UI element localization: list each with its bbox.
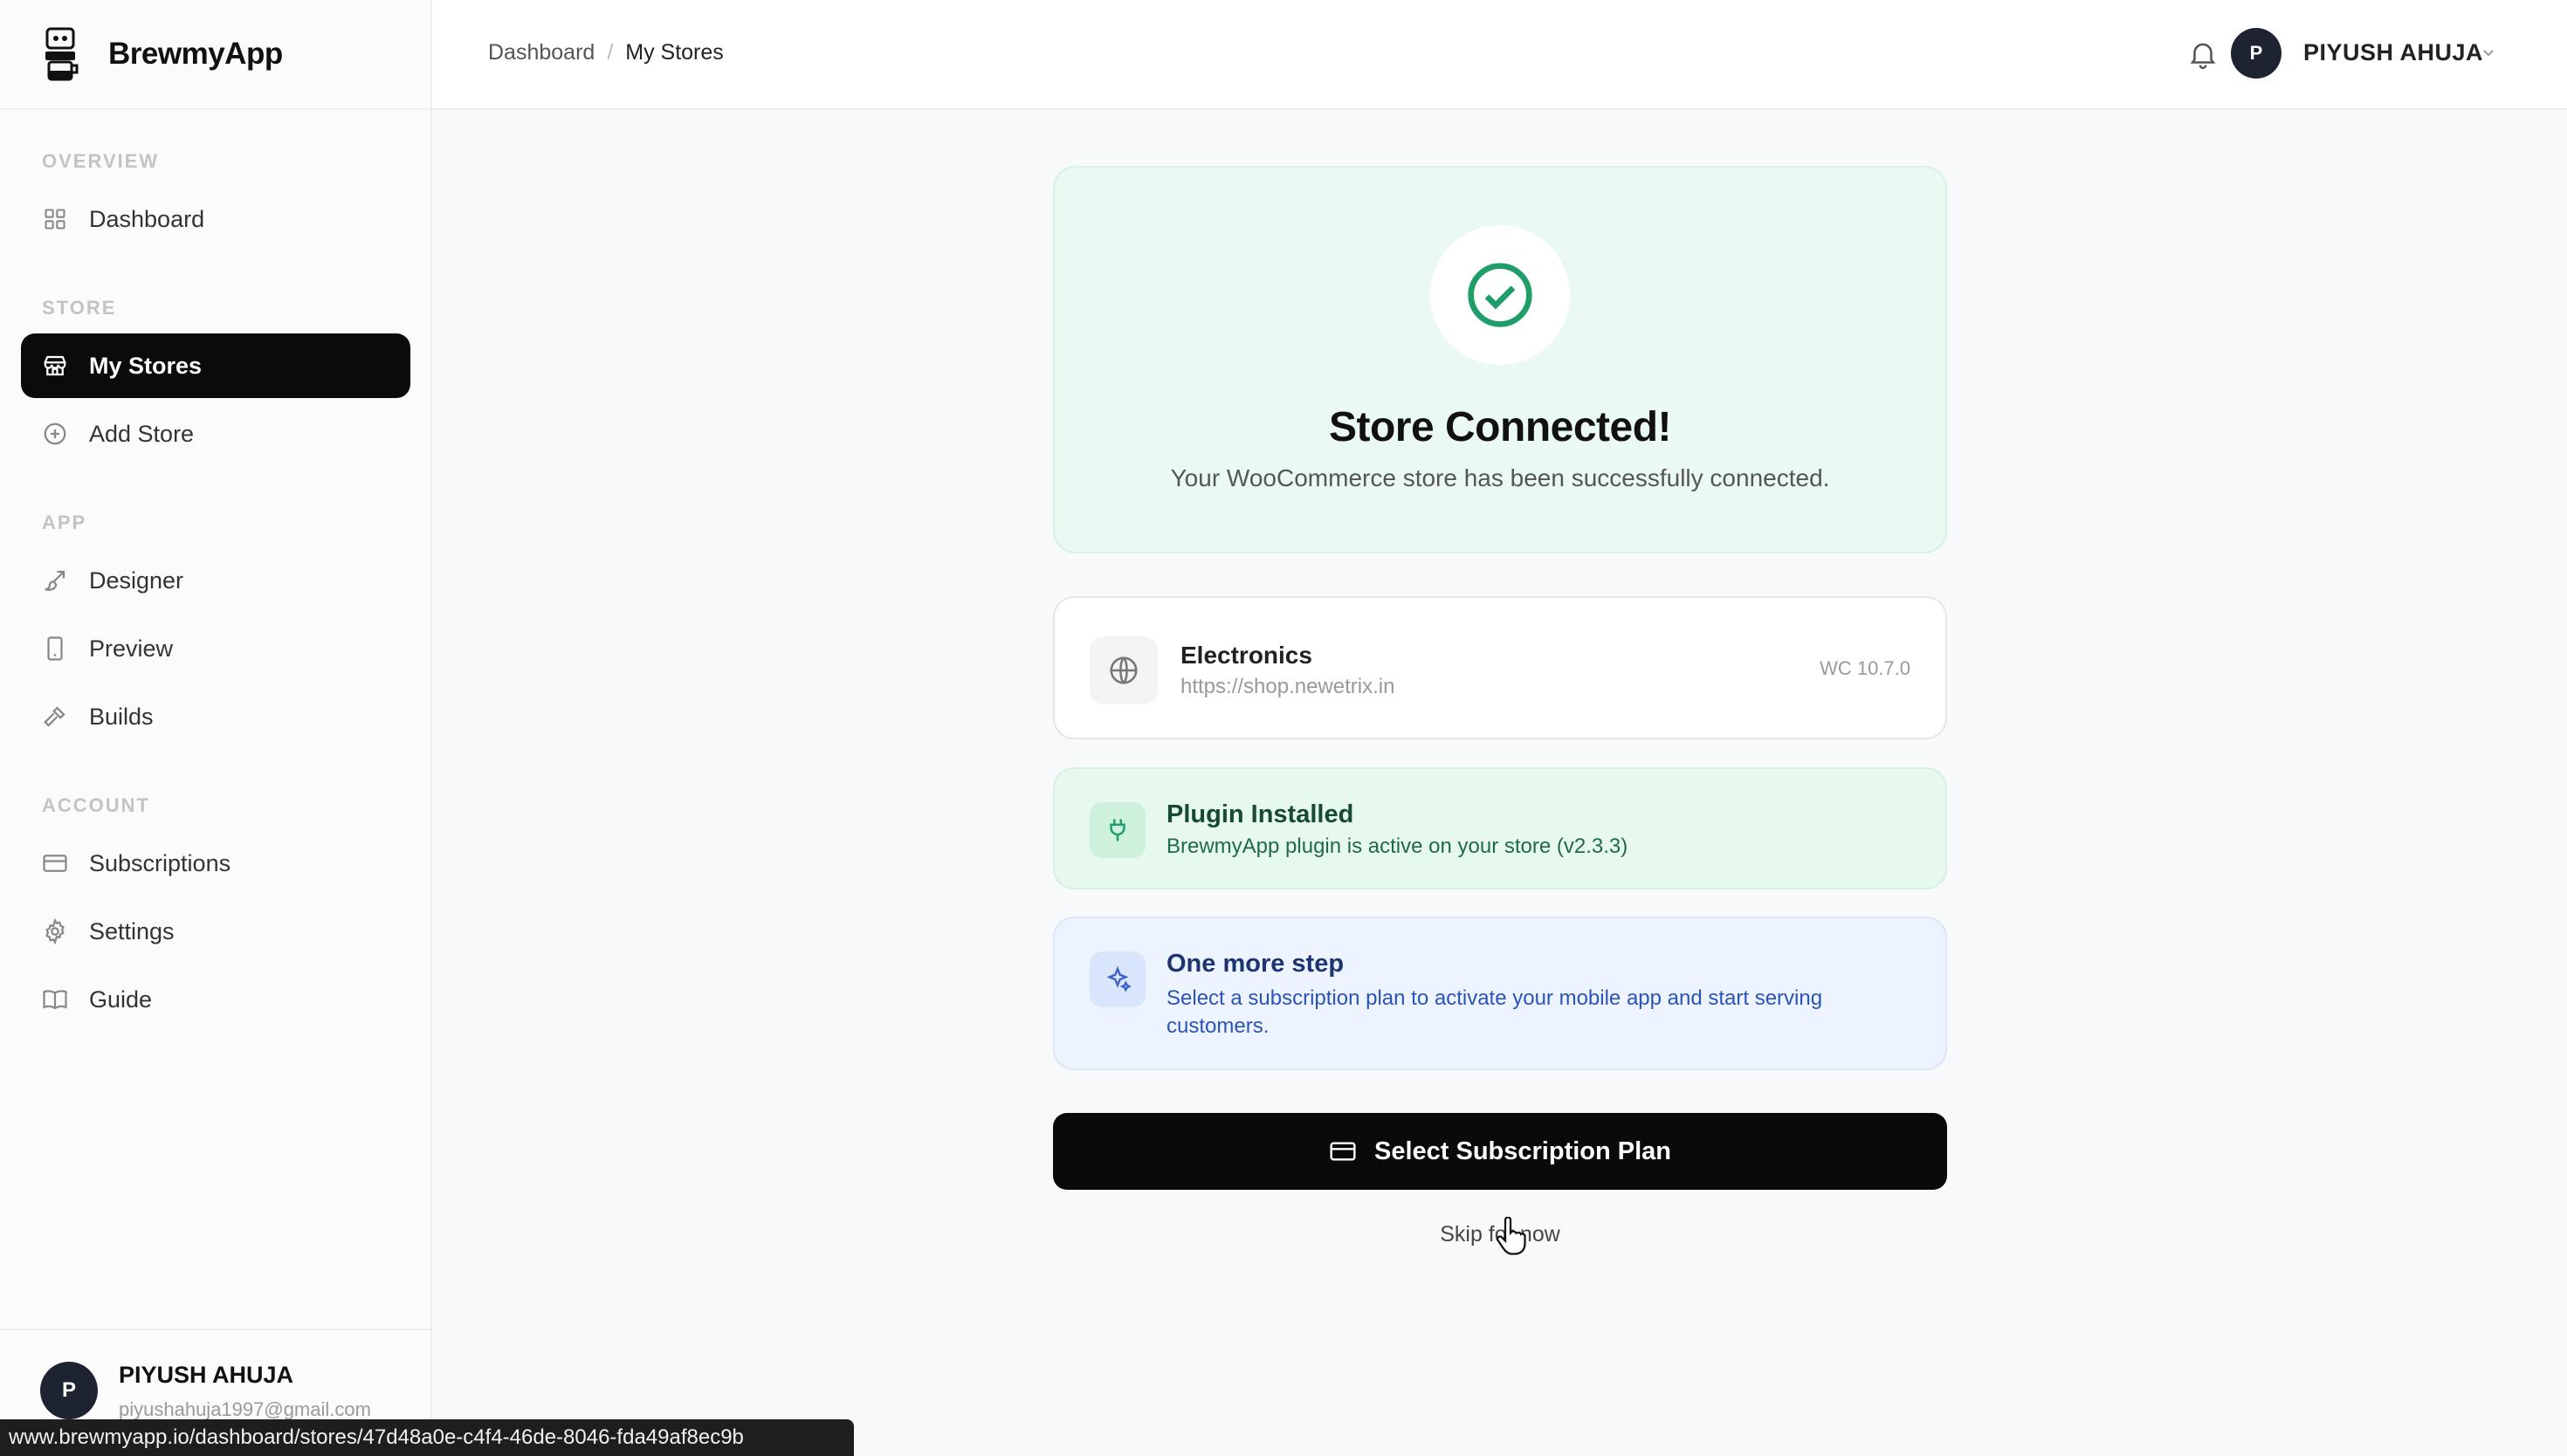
breadcrumb-current: My Stores xyxy=(625,40,724,65)
store-connected-card: Store Connected! Your WooCommerce store … xyxy=(1053,166,1947,553)
success-check-icon xyxy=(1430,225,1570,365)
sidebar-item-label: Guide xyxy=(89,986,153,1013)
sidebar-item-subscriptions[interactable]: Subscriptions xyxy=(21,831,410,896)
sidebar-item-label: Subscriptions xyxy=(89,849,231,876)
hammer-icon xyxy=(42,704,68,730)
card-icon xyxy=(42,850,68,876)
hand-pointer-cursor-icon xyxy=(1496,1217,1526,1255)
section-label-store: STORE xyxy=(42,297,117,319)
top-bar: Dashboard / My Stores P PIYUSH AHUJA xyxy=(432,0,2567,110)
chevron-down-icon[interactable] xyxy=(2480,44,2497,61)
sidebar-item-my-stores[interactable]: My Stores xyxy=(21,333,410,398)
store-url: https://shop.newetrix.in xyxy=(1180,675,1395,698)
woocommerce-version: WC 10.7.0 xyxy=(1820,657,1910,679)
sidebar-item-dashboard[interactable]: Dashboard xyxy=(21,187,410,251)
globe-icon xyxy=(1090,636,1158,704)
next-step-subtitle: Select a subscription plan to activate y… xyxy=(1167,986,1823,1038)
browser-status-url: www.brewmyapp.io/dashboard/stores/47d48a… xyxy=(0,1419,854,1456)
breadcrumb-dashboard-link[interactable]: Dashboard xyxy=(488,40,595,65)
header-user-name[interactable]: PIYUSH AHUJA xyxy=(2303,39,2483,66)
card-icon xyxy=(1330,1142,1356,1161)
section-label-account: ACCOUNT xyxy=(42,794,150,816)
plugin-subtitle: BrewmyApp plugin is active on your store… xyxy=(1167,834,1628,858)
sidebar: BrewmyApp OVERVIEW Dashboard STORE My St… xyxy=(0,0,432,1456)
app-name: BrewmyApp xyxy=(108,37,283,71)
sidebar-item-add-store[interactable]: Add Store xyxy=(21,402,410,466)
breadcrumb: Dashboard / My Stores xyxy=(488,40,724,65)
primary-button-label: Select Subscription Plan xyxy=(1373,1137,1672,1165)
brewmyapp-logo-icon xyxy=(45,27,79,81)
success-subtitle: Your WooCommerce store has been successf… xyxy=(1170,464,1830,491)
sidebar-item-label: Settings xyxy=(89,917,175,944)
plug-icon xyxy=(1090,802,1146,858)
next-step-card: One more step Select a subscription plan… xyxy=(1053,917,1947,1070)
sidebar-item-label: Dashboard xyxy=(89,205,205,232)
sidebar-item-designer[interactable]: Designer xyxy=(21,548,410,613)
sidebar-item-label: Preview xyxy=(89,635,174,662)
plus-circle-icon xyxy=(42,421,68,447)
user-email: piyushahuja1997@gmail.com xyxy=(119,1398,371,1420)
sidebar-item-preview[interactable]: Preview xyxy=(21,616,410,681)
sidebar-item-settings[interactable]: Settings xyxy=(21,899,410,964)
phone-icon xyxy=(42,635,68,662)
section-label-overview: OVERVIEW xyxy=(42,150,160,172)
sidebar-item-label: Designer xyxy=(89,567,184,594)
book-icon xyxy=(42,986,68,1013)
select-subscription-plan-button[interactable]: Select Subscription Plan xyxy=(1053,1113,1947,1190)
store-icon xyxy=(42,353,68,379)
sidebar-item-label: Add Store xyxy=(89,420,195,447)
sidebar-item-label: Builds xyxy=(89,703,154,730)
sparkles-icon xyxy=(1090,951,1146,1007)
store-info-card: Electronics https://shop.newetrix.in WC … xyxy=(1053,596,1947,739)
section-label-app: APP xyxy=(42,512,87,533)
user-name: PIYUSH AHUJA xyxy=(119,1362,294,1388)
breadcrumb-separator: / xyxy=(607,40,614,65)
bell-icon[interactable] xyxy=(2186,37,2219,72)
sidebar-item-guide[interactable]: Guide xyxy=(21,967,410,1032)
next-step-title: One more step xyxy=(1167,950,1345,978)
gear-icon xyxy=(42,918,68,944)
brush-icon xyxy=(42,567,68,594)
avatar: P xyxy=(40,1362,98,1419)
store-name: Electronics xyxy=(1180,642,1312,669)
grid-icon xyxy=(42,206,68,232)
sidebar-item-builds[interactable]: Builds xyxy=(21,684,410,749)
sidebar-item-label: My Stores xyxy=(89,352,203,379)
header-avatar[interactable]: P xyxy=(2231,28,2281,79)
success-title: Store Connected! xyxy=(1328,404,1672,450)
plugin-title: Plugin Installed xyxy=(1167,800,1354,828)
brand[interactable]: BrewmyApp xyxy=(0,0,430,110)
plugin-status-card: Plugin Installed BrewmyApp plugin is act… xyxy=(1053,767,1947,889)
